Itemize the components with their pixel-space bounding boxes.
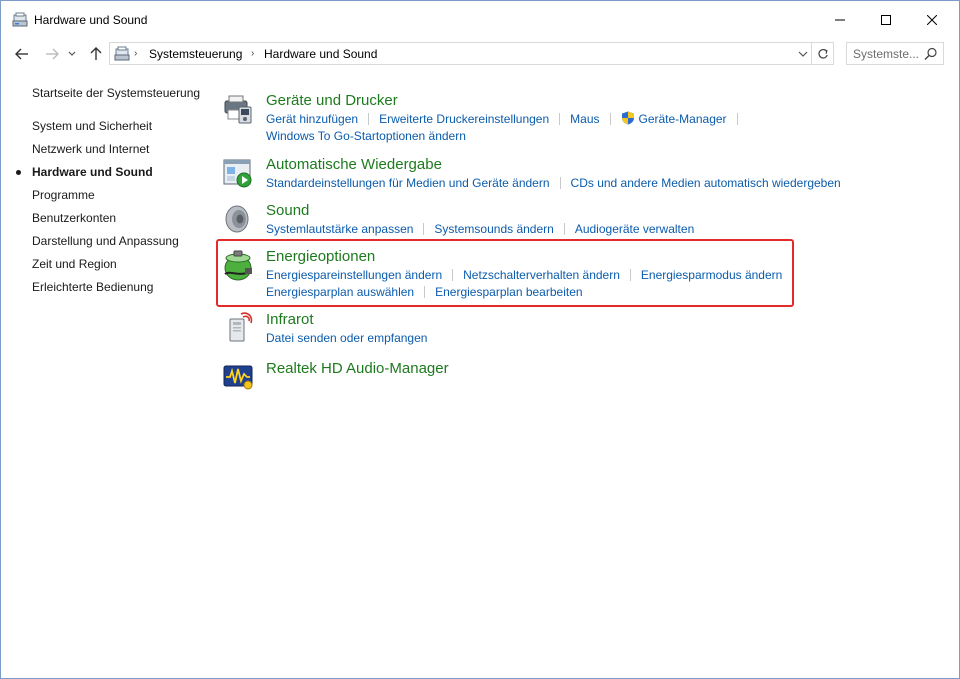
link-separator bbox=[563, 223, 565, 235]
link-device-manager[interactable]: Geräte-Manager bbox=[639, 112, 727, 126]
breadcrumb-separator-icon[interactable]: › bbox=[251, 48, 254, 59]
category-title-devices-printers[interactable]: Geräte und Drucker bbox=[266, 92, 398, 109]
link-mouse[interactable]: Maus bbox=[570, 112, 599, 126]
category-links: Datei senden oder empfangen bbox=[266, 330, 906, 347]
sidebar-item-clock-region[interactable]: Zeit und Region bbox=[32, 257, 117, 271]
link-adjust-volume[interactable]: Systemlautstärke anpassen bbox=[266, 222, 413, 236]
link-windows-to-go[interactable]: Windows To Go-Startoptionen ändern bbox=[266, 129, 466, 143]
forward-button[interactable] bbox=[41, 44, 63, 64]
category-links: Gerät hinzufügen Erweiterte Druckereinste… bbox=[266, 111, 906, 145]
breadcrumb-hardware-und-sound[interactable]: Hardware und Sound bbox=[264, 47, 377, 61]
sidebar-item-user-accounts[interactable]: Benutzerkonten bbox=[32, 211, 116, 225]
minimize-button[interactable] bbox=[817, 1, 863, 39]
sidebar-item-appearance[interactable]: Darstellung und Anpassung bbox=[32, 234, 179, 248]
control-panel-icon bbox=[12, 12, 28, 27]
sidebar-item-programs[interactable]: Programme bbox=[32, 188, 95, 202]
recent-locations-button[interactable] bbox=[65, 44, 79, 64]
highlight-frame bbox=[216, 239, 794, 307]
minimize-icon bbox=[835, 19, 845, 21]
sidebar-item-system-security[interactable]: System und Sicherheit bbox=[32, 119, 152, 133]
active-indicator-icon bbox=[16, 170, 21, 175]
sidebar-item-hardware-sound[interactable]: Hardware und Sound bbox=[32, 165, 153, 179]
uac-shield-icon bbox=[621, 111, 634, 125]
link-separator bbox=[559, 113, 561, 125]
arrow-right-icon bbox=[46, 48, 59, 60]
search-input[interactable] bbox=[853, 46, 921, 61]
refresh-button[interactable] bbox=[812, 42, 834, 65]
category-links: Standardeinstellungen für Medien und Ger… bbox=[266, 175, 906, 192]
control-panel-window: Hardware und Sound › Systemsteuerung › H… bbox=[0, 0, 960, 679]
sidebar-item-ease-of-access[interactable]: Erleichterte Bedienung bbox=[32, 280, 153, 294]
window-title: Hardware und Sound bbox=[34, 13, 148, 27]
navigation-bar: › Systemsteuerung › Hardware und Sound bbox=[1, 39, 959, 69]
sidebar-item-home[interactable]: Startseite der Systemsteuerung bbox=[32, 86, 200, 100]
close-button[interactable] bbox=[909, 1, 955, 39]
link-default-media-settings[interactable]: Standardeinstellungen für Medien und Ger… bbox=[266, 176, 550, 190]
back-button[interactable] bbox=[11, 44, 33, 64]
refresh-icon bbox=[817, 48, 828, 59]
maximize-icon bbox=[881, 15, 891, 25]
category-links: Systemlautstärke anpassen Systemsounds än… bbox=[266, 221, 906, 238]
close-icon bbox=[927, 15, 937, 25]
search-box[interactable] bbox=[846, 42, 944, 65]
link-separator bbox=[368, 113, 370, 125]
search-icon[interactable] bbox=[924, 47, 938, 61]
arrow-left-icon bbox=[15, 48, 28, 60]
link-add-device[interactable]: Gerät hinzufügen bbox=[266, 112, 358, 126]
infrared-icon[interactable] bbox=[221, 311, 255, 345]
link-send-receive-file[interactable]: Datei senden oder empfangen bbox=[266, 331, 427, 345]
category-title-sound[interactable]: Sound bbox=[266, 202, 309, 219]
breadcrumb-systemsteuerung[interactable]: Systemsteuerung bbox=[149, 47, 242, 61]
category-title-realtek-audio[interactable]: Realtek HD Audio-Manager bbox=[266, 360, 449, 377]
category-title-autoplay[interactable]: Automatische Wiedergabe bbox=[266, 156, 442, 173]
link-autoplay-cds[interactable]: CDs und andere Medien automatisch wieder… bbox=[571, 176, 841, 190]
link-advanced-printer-setup[interactable]: Erweiterte Druckereinstellungen bbox=[379, 112, 549, 126]
link-separator bbox=[609, 113, 611, 125]
control-panel-location-icon bbox=[114, 46, 130, 61]
link-separator bbox=[559, 177, 561, 189]
category-title-infrared[interactable]: Infrarot bbox=[266, 311, 314, 328]
breadcrumb-separator-icon[interactable]: › bbox=[134, 48, 137, 59]
realtek-audio-icon[interactable] bbox=[221, 360, 255, 394]
title-bar: Hardware und Sound bbox=[1, 1, 959, 39]
link-separator bbox=[423, 223, 425, 235]
arrow-up-icon bbox=[90, 47, 102, 60]
chevron-down-icon bbox=[798, 51, 808, 57]
autoplay-icon[interactable] bbox=[221, 156, 255, 190]
sidebar-item-network-internet[interactable]: Netzwerk und Internet bbox=[32, 142, 149, 156]
speaker-icon[interactable] bbox=[221, 202, 255, 236]
printer-device-icon[interactable] bbox=[221, 92, 255, 126]
address-history-button[interactable] bbox=[796, 46, 810, 62]
link-manage-audio-devices[interactable]: Audiogeräte verwalten bbox=[575, 222, 694, 236]
maximize-button[interactable] bbox=[863, 1, 909, 39]
address-bar[interactable]: › Systemsteuerung › Hardware und Sound bbox=[109, 42, 812, 65]
link-separator bbox=[736, 113, 738, 125]
link-system-sounds[interactable]: Systemsounds ändern bbox=[434, 222, 553, 236]
up-button[interactable] bbox=[85, 44, 107, 64]
chevron-down-icon bbox=[68, 51, 76, 56]
